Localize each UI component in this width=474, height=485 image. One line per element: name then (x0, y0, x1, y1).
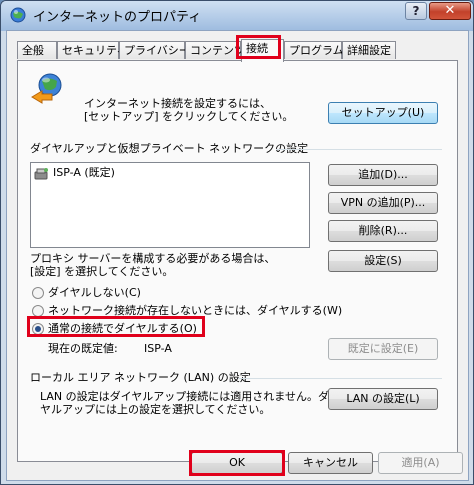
tab-privacy[interactable]: プライバシー (119, 41, 190, 59)
connections-panel: インターネット接続を設定するには、 [セットアップ] をクリックしてください。 … (17, 60, 458, 462)
lan-description-line1: LAN の設定はダイヤルアップ接続には適用されません。ダイ (40, 390, 340, 403)
dialup-separator (276, 149, 442, 150)
properties-window: インターネットのプロパティ ? ✕ 全般 セキュリティ プライバシー コンテンツ… (0, 0, 474, 485)
tab-content[interactable]: コンテンツ (185, 41, 245, 59)
tab-programs[interactable]: プログラム (284, 41, 344, 59)
lan-separator (238, 378, 442, 379)
internet-globe-icon (31, 73, 62, 104)
connections-listbox[interactable]: ISP-A (既定) (30, 162, 310, 248)
current-default-label: 現在の既定値: (48, 342, 118, 355)
window-title: インターネットのプロパティ (33, 10, 202, 25)
cancel-button[interactable]: キャンセル (288, 452, 373, 474)
dialog-client: 全般 セキュリティ プライバシー コンテンツ 接続 プログラム 詳細設定 インタ… (6, 30, 469, 481)
lan-heading: ローカル エリア ネットワーク (LAN) の設定 (30, 371, 251, 384)
remove-button[interactable]: 削除(R)... (328, 220, 438, 242)
tab-general[interactable]: 全般 (17, 41, 57, 59)
tab-security[interactable]: セキュリティ (57, 41, 127, 59)
dialup-connection-icon (34, 168, 48, 180)
proxy-description-line2: [設定] を選択してください。 (30, 265, 174, 278)
proxy-description-line1: プロキシ サーバーを構成する必要がある場合は、 (30, 252, 276, 265)
settings-button[interactable]: 設定(S) (328, 250, 438, 272)
tab-connections[interactable]: 接続 (241, 39, 284, 62)
never-dial-radio[interactable] (32, 287, 44, 299)
always-dial-label[interactable]: 通常の接続でダイヤルする(O) (48, 322, 197, 336)
title-bar[interactable]: インターネットのプロパティ ? ✕ (1, 1, 473, 31)
never-dial-label[interactable]: ダイヤルしない(C) (48, 286, 141, 300)
lan-settings-button[interactable]: LAN の設定(L) (328, 388, 438, 410)
internet-options-icon (10, 7, 26, 23)
apply-button[interactable]: 適用(A) (378, 452, 463, 474)
connection-item-isp-a[interactable]: ISP-A (既定) (53, 166, 115, 180)
set-default-button[interactable]: 既定に設定(E) (328, 338, 438, 360)
tab-advanced[interactable]: 詳細設定 (342, 41, 396, 59)
help-button[interactable]: ? (405, 2, 427, 20)
ok-button[interactable]: OK (191, 452, 283, 474)
close-button[interactable]: ✕ (429, 2, 471, 20)
setup-description-line1: インターネット接続を設定するには、 (84, 97, 271, 110)
add-button[interactable]: 追加(D)... (328, 164, 438, 186)
setup-description-line2: [セットアップ] をクリックしてください。 (84, 110, 294, 123)
add-vpn-button[interactable]: VPN の追加(P)... (328, 192, 438, 214)
current-default-value: ISP-A (144, 342, 172, 355)
setup-button[interactable]: セットアップ(U) (328, 102, 438, 124)
dialup-vpn-heading: ダイヤルアップと仮想プライベート ネットワークの設定 (30, 142, 309, 155)
always-dial-radio[interactable] (32, 323, 44, 335)
dial-when-no-network-label[interactable]: ネットワーク接続が存在しないときには、ダイヤルする(W) (48, 304, 342, 318)
lan-description-line2: ヤルアップには上の設定を選択してください。 (40, 403, 271, 416)
dial-when-no-network-radio[interactable] (32, 305, 44, 317)
